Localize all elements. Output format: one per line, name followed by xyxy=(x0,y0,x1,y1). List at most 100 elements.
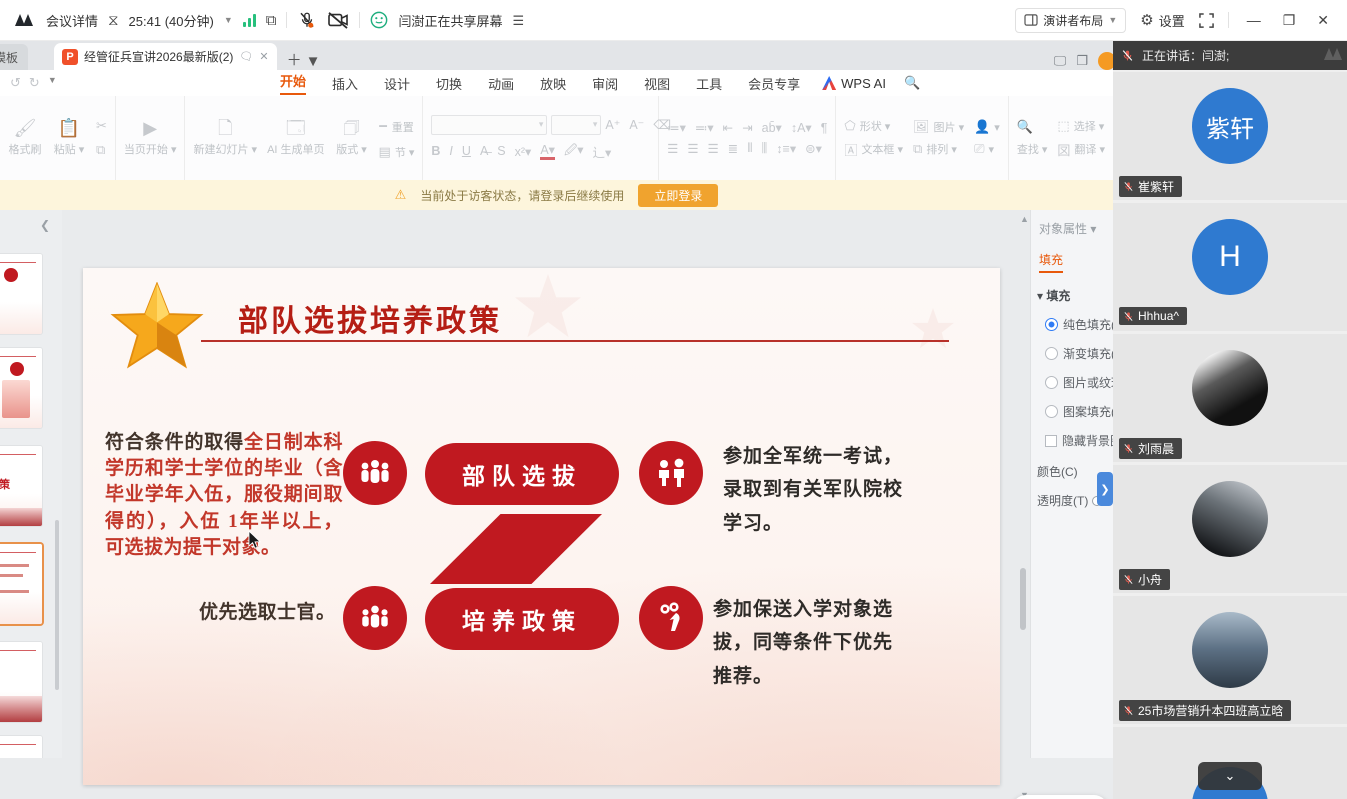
sharing-list-icon[interactable]: ☰ xyxy=(512,14,524,27)
scroll-up-icon[interactable]: ▲ xyxy=(1020,214,1029,224)
ribbon-tab-tools[interactable]: 工具 xyxy=(696,74,722,93)
insert-avatar-button[interactable]: 👤▾ xyxy=(974,119,1000,135)
bullet-list-icon[interactable]: ≔▾ xyxy=(667,120,686,135)
meeting-timer[interactable]: 25:41 (40分钟) xyxy=(129,11,214,30)
option-gradient-fill[interactable]: 渐变填充(G) xyxy=(1045,345,1113,362)
ribbon-tab-view[interactable]: 视图 xyxy=(644,74,670,93)
slide-canvas[interactable]: 部队选拔培养政策 符合条件的取得全日制本科学历和学士学位的毕业（含毕业学年入伍，… xyxy=(83,268,1000,785)
participant-tile[interactable]: 小舟 xyxy=(1113,465,1347,593)
new-tab-button[interactable]: ＋ xyxy=(287,49,302,70)
shapes-button[interactable]: ⬠形状 ▾ xyxy=(844,118,903,134)
distribute-icon[interactable]: ⫴ xyxy=(747,141,752,156)
char-spacing-icon[interactable]: A̶ xyxy=(480,144,488,158)
ai-generate-button[interactable]: 🗔AI 生成单页 xyxy=(267,119,324,157)
decrease-font-icon[interactable]: A⁻ xyxy=(629,117,644,132)
participant-tile[interactable]: 25市场营销升本四班高立晗 xyxy=(1113,596,1347,724)
font-color-icon[interactable]: A▾ xyxy=(540,142,555,160)
font-family-select[interactable]: ▾ xyxy=(431,115,547,135)
underline-button[interactable]: U xyxy=(462,144,471,158)
meeting-details-button[interactable]: 会议详情 xyxy=(46,11,98,30)
option-picture-fill[interactable]: 图片或纹理填充 xyxy=(1045,374,1113,391)
login-now-button[interactable]: 立即登录 xyxy=(638,184,718,207)
camera-off-icon[interactable] xyxy=(327,11,349,29)
comment-bubble-icon[interactable]: 🗨 xyxy=(239,50,253,63)
slide-thumbnail-selected[interactable] xyxy=(0,544,42,624)
mic-muted-icon[interactable] xyxy=(297,11,317,29)
align-objects-icon[interactable]: ⊜▾ xyxy=(805,141,822,156)
sort-text-icon[interactable]: ↕A▾ xyxy=(791,120,812,135)
minimize-button[interactable]: — xyxy=(1243,12,1265,28)
quickbar-chevron-icon[interactable]: ▼ xyxy=(48,75,57,91)
play-from-page-button[interactable]: ▶当页开始 ▾ xyxy=(124,119,177,157)
undo-icon[interactable]: ↺ xyxy=(10,75,21,91)
copy-icon[interactable]: ⧉ xyxy=(96,142,107,158)
participant-tile[interactable]: 紫轩 崔紫轩 xyxy=(1113,72,1347,200)
ribbon-tab-animation[interactable]: 动画 xyxy=(488,74,514,93)
panel-title[interactable]: 对象属性 ▾ xyxy=(1039,220,1113,237)
reset-button[interactable]: 🗕重置 xyxy=(379,116,415,138)
find-button[interactable]: 查找 ▾ xyxy=(1017,141,1048,157)
ribbon-tab-slideshow[interactable]: 放映 xyxy=(540,74,566,93)
tab-list-chevron-icon[interactable]: ▼ xyxy=(306,53,321,70)
align-right-icon[interactable]: ☰ xyxy=(708,141,719,156)
section-button[interactable]: ▤节 ▾ xyxy=(379,144,415,160)
strikethrough-button[interactable]: S xyxy=(497,144,505,158)
option-solid-fill[interactable]: 纯色填充(S) xyxy=(1045,316,1113,333)
new-slide-button[interactable]: 🗋新建幻灯片 ▾ xyxy=(193,119,257,157)
align-center-icon[interactable]: ☰ xyxy=(687,141,698,156)
wps-ai-button[interactable]: WPS AI xyxy=(822,76,886,91)
slide-thumbnail[interactable]: 政策 xyxy=(0,446,42,526)
layout-button[interactable]: 🗇版式 ▾ xyxy=(335,119,369,157)
align-left-icon[interactable]: ☰ xyxy=(667,141,678,156)
select-button[interactable]: ⬚选择 ▾ xyxy=(1057,118,1105,134)
superscript-icon[interactable]: x²▾ xyxy=(515,144,532,159)
format-painter-button[interactable]: 🖌格式刷 xyxy=(8,119,42,157)
increase-indent-icon[interactable]: ⇥ xyxy=(742,120,752,135)
justify-icon[interactable]: ≣ xyxy=(728,141,738,156)
settings-button[interactable]: ⚙ 设置 xyxy=(1140,11,1184,30)
open-external-icon[interactable]: ⧉ xyxy=(266,13,277,28)
vertical-scrollbar[interactable] xyxy=(1020,568,1026,630)
arrange-button[interactable]: ⧉排列 ▾ xyxy=(913,141,964,157)
collapse-panel-icon[interactable]: ❮ xyxy=(40,218,50,232)
ribbon-tab-transition[interactable]: 切换 xyxy=(436,74,462,93)
panel-collapse-handle[interactable]: ❯ xyxy=(1097,472,1113,506)
session-monitor-icon[interactable]: 🖵 xyxy=(1054,53,1067,69)
fullscreen-icon[interactable] xyxy=(1199,13,1214,28)
participant-tile[interactable]: H Hhhua^ xyxy=(1113,203,1347,331)
timer-chevron-icon[interactable]: ▼ xyxy=(224,15,233,25)
redo-icon[interactable]: ↻ xyxy=(29,75,40,91)
text-direction-icon[interactable]: ab̄▾ xyxy=(762,120,782,135)
account-avatar[interactable] xyxy=(1098,52,1113,70)
slide-thumbnail[interactable] xyxy=(0,736,42,758)
phonetic-icon[interactable]: 辶▾ xyxy=(593,142,612,161)
slide-thumbnail[interactable]: 策 xyxy=(0,642,42,722)
paragraph-mark-icon[interactable]: ¶ xyxy=(821,121,828,135)
slide-thumbnail[interactable] xyxy=(0,348,42,428)
ribbon-tab-home[interactable]: 开始 xyxy=(280,71,306,95)
merge-shapes-button[interactable]: ⎚▾ xyxy=(974,141,1000,157)
close-button[interactable]: ✕ xyxy=(1313,12,1333,29)
find-icon-button[interactable]: 🔍 xyxy=(1017,119,1048,135)
translate-button[interactable]: 㘝翻译 ▾ xyxy=(1057,140,1105,159)
ribbon-tab-review[interactable]: 审阅 xyxy=(592,74,618,93)
picture-button[interactable]: 🖼图片 ▾ xyxy=(913,119,964,135)
increase-font-icon[interactable]: A⁺ xyxy=(605,117,620,132)
workspace-icon[interactable]: ❒ xyxy=(1076,53,1088,69)
option-hide-background[interactable]: 隐藏背景图形 xyxy=(1045,432,1113,449)
paste-button[interactable]: 📋粘贴 ▾ xyxy=(52,119,86,157)
font-size-select[interactable]: ▾ xyxy=(551,115,601,135)
line-spacing-icon[interactable]: ↕≡▾ xyxy=(776,141,796,156)
speaker-layout-button[interactable]: 演讲者布局 ▼ xyxy=(1015,8,1126,33)
thumbnail-scrollbar[interactable] xyxy=(55,520,59,690)
bold-button[interactable]: B xyxy=(431,144,440,158)
columns-icon[interactable]: ⫼ xyxy=(762,141,768,156)
textbox-button[interactable]: 🄰文本框 ▾ xyxy=(844,140,903,159)
highlight-icon[interactable]: 🖉▾ xyxy=(564,141,584,162)
fill-tab[interactable]: 填充 xyxy=(1039,251,1063,273)
cut-icon[interactable]: ✂ xyxy=(96,118,107,134)
tab-templates[interactable]: 模板 xyxy=(0,44,28,70)
italic-button[interactable]: I xyxy=(449,144,452,158)
slide-thumbnail[interactable] xyxy=(0,254,42,334)
ribbon-tab-design[interactable]: 设计 xyxy=(384,74,410,93)
